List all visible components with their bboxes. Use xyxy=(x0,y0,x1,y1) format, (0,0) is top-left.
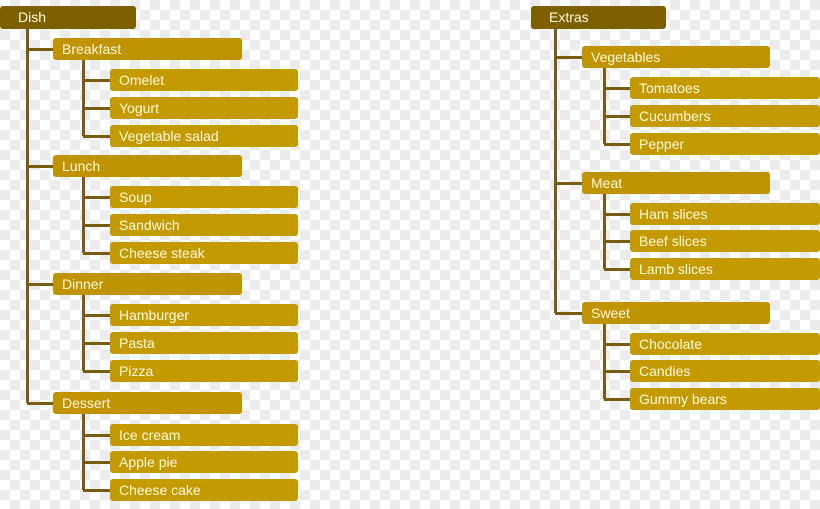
item-node: Sandwich xyxy=(110,214,298,236)
item-node: Pepper xyxy=(630,133,820,155)
item-node: Beef slices xyxy=(630,230,820,252)
connector-line xyxy=(27,48,53,51)
root-node: Extras xyxy=(531,6,666,29)
connector-line xyxy=(604,343,630,346)
connector-line xyxy=(82,177,85,253)
category-node: Lunch xyxy=(53,155,242,177)
category-node: Sweet xyxy=(582,302,770,324)
category-node: Dinner xyxy=(53,273,242,295)
item-node: Cheese cake xyxy=(110,479,298,501)
connector-line xyxy=(604,87,630,90)
item-node: Ice cream xyxy=(110,424,298,446)
category-node: Breakfast xyxy=(53,38,242,60)
connector-line xyxy=(604,268,630,271)
connector-line xyxy=(83,489,110,492)
connector-line xyxy=(83,252,110,255)
item-node: Cheese steak xyxy=(110,242,298,264)
connector-line xyxy=(26,29,29,403)
connector-line xyxy=(555,312,582,315)
connector-line xyxy=(82,414,85,490)
connector-line xyxy=(83,135,110,138)
category-node: Vegetables xyxy=(582,46,770,68)
item-node: Pasta xyxy=(110,332,298,354)
connector-line xyxy=(603,194,606,269)
item-node: Hamburger xyxy=(110,304,298,326)
item-node: Yogurt xyxy=(110,97,298,119)
item-node: Tomatoes xyxy=(630,77,820,99)
item-node: Cucumbers xyxy=(630,105,820,127)
item-node: Apple pie xyxy=(110,451,298,473)
connector-line xyxy=(83,196,110,199)
item-node: Soup xyxy=(110,186,298,208)
connector-line xyxy=(603,68,606,144)
connector-line xyxy=(27,402,53,405)
item-node: Lamb slices xyxy=(630,258,820,280)
connector-line xyxy=(604,143,630,146)
category-node: Dessert xyxy=(53,392,242,414)
connector-line xyxy=(555,182,582,185)
connector-line xyxy=(83,314,110,317)
item-node: Candies xyxy=(630,360,820,382)
item-node: Chocolate xyxy=(630,333,820,355)
connector-line xyxy=(604,213,630,216)
connector-line xyxy=(83,107,110,110)
connector-line xyxy=(27,165,53,168)
connector-line xyxy=(83,461,110,464)
item-node: Ham slices xyxy=(630,203,820,225)
connector-line xyxy=(83,434,110,437)
connector-line xyxy=(27,283,53,286)
connector-line xyxy=(83,224,110,227)
connector-line xyxy=(555,56,582,59)
connector-line xyxy=(83,370,110,373)
item-node: Pizza xyxy=(110,360,298,382)
connector-line xyxy=(604,398,630,401)
connector-line xyxy=(82,60,85,136)
connector-line xyxy=(554,29,557,313)
connector-line xyxy=(603,324,606,399)
connector-line xyxy=(83,342,110,345)
connector-line xyxy=(604,240,630,243)
category-node: Meat xyxy=(582,172,770,194)
connector-line xyxy=(83,79,110,82)
item-node: Omelet xyxy=(110,69,298,91)
item-node: Vegetable salad xyxy=(110,125,298,147)
root-node: Dish xyxy=(0,6,136,29)
connector-line xyxy=(82,295,85,371)
connector-line xyxy=(604,370,630,373)
connector-line xyxy=(604,115,630,118)
item-node: Gummy bears xyxy=(630,388,820,410)
